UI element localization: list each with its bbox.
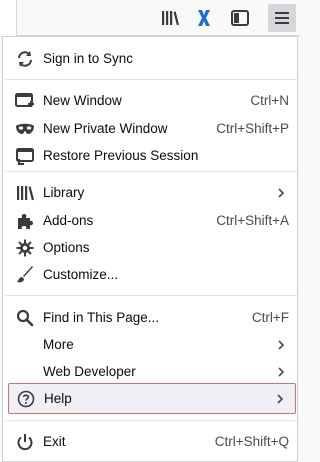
url-bar-edge[interactable] [0,0,17,36]
menu-item-label: New Window [43,93,122,108]
sidebar-button[interactable] [226,4,254,32]
gear-icon [15,238,35,258]
search-icon [15,308,35,328]
menu-item-label: Library [43,185,85,200]
sidebar-icon [231,10,249,26]
menu-item-more[interactable]: More [5,332,299,358]
menu-item-new-window[interactable]: New Window Ctrl+N [5,88,299,114]
chevron-right-icon [278,188,285,198]
menu-item-label: New Private Window [43,121,168,136]
menu-item-new-private-window[interactable]: New Private Window Ctrl+Shift+P [5,116,299,142]
chevron-right-icon [278,367,285,377]
menu-separator [5,171,299,172]
menu-item-label: Options [43,240,90,255]
menu-icon [275,12,289,24]
menu-item-options[interactable]: Options [5,235,299,261]
library-button[interactable] [156,4,184,32]
restore-session-icon [15,146,35,166]
menu-item-label: More [43,337,74,352]
puzzle-piece-icon [15,211,35,231]
library-icon [162,11,179,26]
menu-separator [5,79,299,80]
menu-item-find-in-page[interactable]: Find in This Page... Ctrl+F [5,305,299,331]
x-extension-icon [198,10,210,26]
sync-icon [15,49,35,69]
menu-item-label: Add-ons [43,213,94,228]
library-icon [15,183,35,203]
menu-item-addons[interactable]: Add-ons Ctrl+Shift+A [5,208,299,234]
menu-separator [5,420,299,421]
chevron-right-icon [277,394,284,404]
menu-separator [5,295,299,296]
menu-item-exit[interactable]: Exit Ctrl+Shift+Q [5,429,299,455]
menu-item-shortcut: Ctrl+N [250,93,289,108]
menu-item-shortcut: Ctrl+Shift+P [216,121,289,136]
private-mask-icon [15,119,35,139]
menu-item-label: Web Developer [43,364,136,379]
menu-item-shortcut: Ctrl+Shift+A [216,213,289,228]
menu-item-sync[interactable]: Sign in to Sync [5,46,299,72]
menu-item-label: Help [44,391,72,406]
menu-item-restore-session[interactable]: Restore Previous Session [5,143,299,169]
chevron-right-icon [278,340,285,350]
menu-item-help[interactable]: Help [8,383,296,414]
menu-item-label: Customize... [43,267,119,282]
x-extension-button[interactable] [190,4,218,32]
menu-item-label: Restore Previous Session [43,148,199,163]
menu-item-label: Find in This Page... [43,310,160,325]
browser-toolbar [0,0,300,36]
new-window-icon [15,91,35,111]
menu-item-library[interactable]: Library [5,180,299,206]
menu-item-label: Exit [43,434,66,449]
menu-button[interactable] [268,4,296,32]
power-icon [15,432,35,452]
paintbrush-icon [15,265,35,285]
menu-item-web-developer[interactable]: Web Developer [5,359,299,385]
app-menu-panel: Sign in to Sync New Window Ctrl+N New Pr… [2,36,299,462]
menu-item-customize[interactable]: Customize... [5,262,299,288]
menu-item-label: Sign in to Sync [43,51,134,66]
help-question-icon [16,389,36,409]
menu-item-shortcut: Ctrl+Shift+Q [214,434,289,449]
menu-item-shortcut: Ctrl+F [251,310,289,325]
